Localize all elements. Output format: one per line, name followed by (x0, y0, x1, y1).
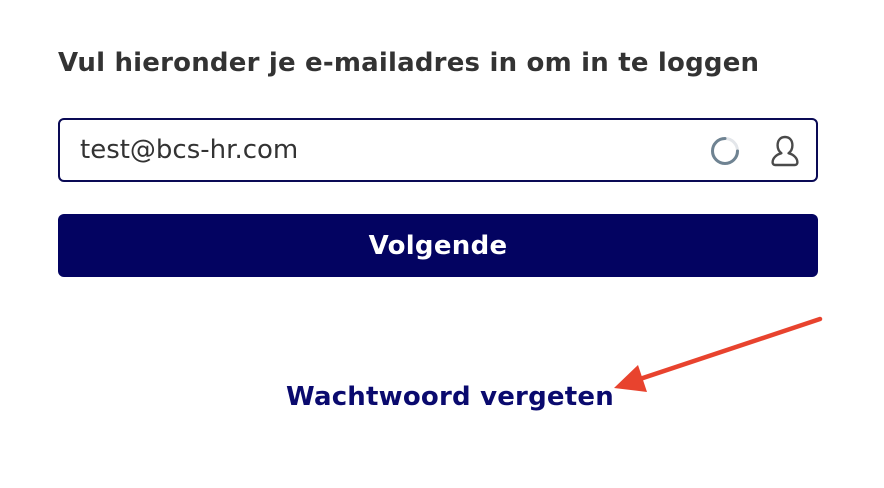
next-button[interactable]: Volgende (58, 214, 818, 277)
annotation-arrow (614, 316, 823, 392)
login-instruction: Vul hieronder je e-mailadres in om in te… (58, 48, 760, 78)
forgot-password-link[interactable]: Wachtwoord vergeten (286, 382, 614, 412)
spinner-icon (711, 137, 739, 165)
user-icon[interactable] (768, 134, 802, 168)
email-input[interactable] (60, 120, 680, 180)
email-field-container (58, 118, 818, 182)
